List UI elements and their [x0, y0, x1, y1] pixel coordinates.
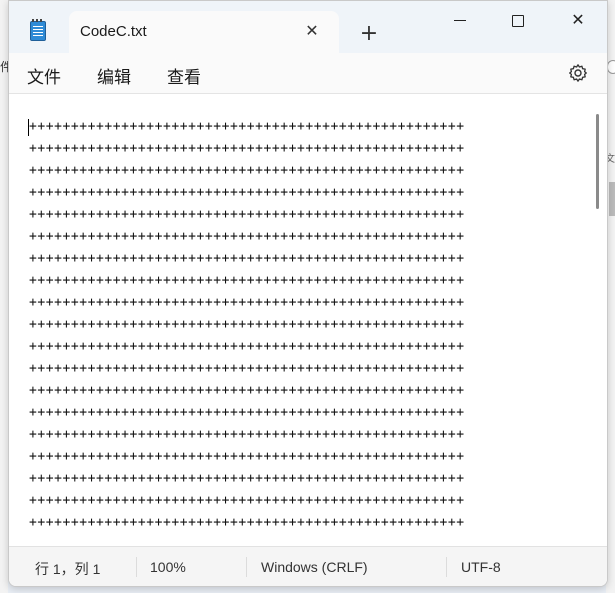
text-caret	[28, 119, 29, 136]
vertical-scrollbar[interactable]	[596, 114, 599, 209]
editor-line: ++++++++++++++++++++++++++++++++++++++++…	[29, 339, 465, 354]
minimize-icon	[454, 20, 466, 21]
editor-line: ++++++++++++++++++++++++++++++++++++++++…	[29, 383, 465, 398]
editor-line: ++++++++++++++++++++++++++++++++++++++++…	[29, 361, 465, 376]
menu-view[interactable]: 查看	[167, 63, 201, 88]
background-control	[607, 60, 615, 74]
editor-line: ++++++++++++++++++++++++++++++++++++++++…	[29, 251, 465, 266]
editor-line: ++++++++++++++++++++++++++++++++++++++++…	[29, 185, 465, 200]
menu-bar: 文件 编辑 查看	[9, 53, 607, 94]
title-bar[interactable]: CodeC.txt ✕ + ✕	[9, 1, 607, 53]
notepad-window: CodeC.txt ✕ + ✕ 文件 编辑 查看 +++++++++++++++…	[8, 0, 608, 587]
maximize-icon	[512, 14, 524, 27]
editor-line: ++++++++++++++++++++++++++++++++++++++++…	[29, 471, 465, 486]
status-divider	[246, 557, 247, 577]
status-divider	[446, 557, 447, 577]
editor-line: ++++++++++++++++++++++++++++++++++++++++…	[29, 207, 465, 222]
status-bar: 行 1，列 1 100% Windows (CRLF) UTF-8	[9, 546, 607, 586]
background-window-left: 件	[0, 0, 12, 593]
tab-codec-txt[interactable]: CodeC.txt ✕	[69, 11, 339, 53]
background-scrollbar	[609, 182, 615, 216]
editor-line: ++++++++++++++++++++++++++++++++++++++++…	[29, 141, 465, 156]
new-tab-button[interactable]: +	[357, 23, 381, 45]
editor-line: ++++++++++++++++++++++++++++++++++++++++…	[29, 449, 465, 464]
editor-line: ++++++++++++++++++++++++++++++++++++++++…	[29, 493, 465, 508]
gear-icon[interactable]	[568, 63, 588, 83]
editor-line: ++++++++++++++++++++++++++++++++++++++++…	[29, 273, 465, 288]
editor-line: ++++++++++++++++++++++++++++++++++++++++…	[29, 163, 465, 178]
zoom-level[interactable]: 100%	[150, 559, 186, 575]
encoding[interactable]: UTF-8	[461, 559, 501, 575]
editor-line: ++++++++++++++++++++++++++++++++++++++++…	[29, 427, 465, 442]
minimize-button[interactable]	[431, 1, 489, 41]
editor-line: ++++++++++++++++++++++++++++++++++++++++…	[29, 515, 465, 530]
line-ending[interactable]: Windows (CRLF)	[261, 559, 368, 575]
close-tab-icon[interactable]: ✕	[302, 21, 322, 41]
editor-line: ++++++++++++++++++++++++++++++++++++++++…	[29, 317, 465, 332]
editor-content[interactable]: ++++++++++++++++++++++++++++++++++++++++…	[29, 116, 465, 534]
editor-line: ++++++++++++++++++++++++++++++++++++++++…	[29, 295, 465, 310]
editor-line: ++++++++++++++++++++++++++++++++++++++++…	[29, 405, 465, 420]
status-divider	[136, 557, 137, 577]
menu-file[interactable]: 文件	[27, 63, 61, 88]
maximize-button[interactable]	[489, 1, 547, 41]
editor-line: ++++++++++++++++++++++++++++++++++++++++…	[29, 229, 465, 244]
text-editor[interactable]: ++++++++++++++++++++++++++++++++++++++++…	[9, 94, 607, 545]
editor-line: ++++++++++++++++++++++++++++++++++++++++…	[29, 119, 465, 134]
cursor-position: 行 1，列 1	[35, 561, 101, 577]
notepad-icon	[30, 19, 46, 41]
tab-title: CodeC.txt	[80, 23, 147, 40]
menu-edit[interactable]: 编辑	[97, 63, 131, 88]
close-window-button[interactable]: ✕	[549, 1, 607, 41]
close-icon: ✕	[571, 10, 585, 29]
